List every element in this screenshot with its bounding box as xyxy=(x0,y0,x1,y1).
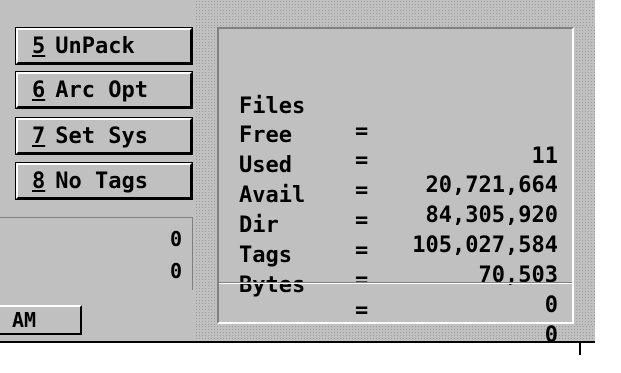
left-count-panel: 0 0 xyxy=(0,217,193,290)
no-tags-hotkey: 8 xyxy=(32,168,46,194)
arc-opt-button[interactable]: 6 Arc Opt xyxy=(15,71,193,109)
am-button[interactable]: AM xyxy=(0,305,82,335)
info-divider xyxy=(219,282,572,284)
info-row-free: Free = 20,721,664 xyxy=(239,98,558,198)
left-count-value-1: 0 xyxy=(169,227,182,251)
window-edge-mark xyxy=(579,343,581,355)
left-count-value-2: 0 xyxy=(169,259,182,283)
info-row-dir: Dir = 70,503 xyxy=(239,188,558,288)
info-label: Bytes xyxy=(239,273,306,298)
info-value: 0 xyxy=(544,323,558,348)
set-sys-label: Set Sys xyxy=(55,123,148,149)
info-equals: = xyxy=(355,298,369,323)
info-value: 0 xyxy=(544,293,558,318)
info-row-used: Used = 84,305,920 xyxy=(239,128,558,228)
info-row-tags: Tags = 0 xyxy=(239,218,558,318)
set-sys-button[interactable]: 7 Set Sys xyxy=(15,117,193,155)
dotted-background-top xyxy=(195,0,595,26)
info-row-bytes: Bytes = 0 xyxy=(239,248,558,348)
dotted-background-gap xyxy=(195,26,217,326)
arc-opt-hotkey: 6 xyxy=(32,77,46,103)
unpack-label: UnPack xyxy=(55,33,135,59)
arc-opt-label: Arc Opt xyxy=(55,77,148,103)
info-row-avail: Avail = 105,027,584 xyxy=(239,158,558,258)
no-tags-label: No Tags xyxy=(55,168,148,194)
dotted-background-right xyxy=(575,26,595,326)
set-sys-hotkey: 7 xyxy=(32,123,46,149)
unpack-hotkey: 5 xyxy=(32,33,46,59)
info-row-files: Files = 11 xyxy=(239,69,558,169)
no-tags-button[interactable]: 8 No Tags xyxy=(15,162,193,200)
unpack-button[interactable]: 5 UnPack xyxy=(15,27,193,65)
disk-info-panel: Files = 11 Free = 20,721,664 Used = 84,3… xyxy=(217,27,574,348)
